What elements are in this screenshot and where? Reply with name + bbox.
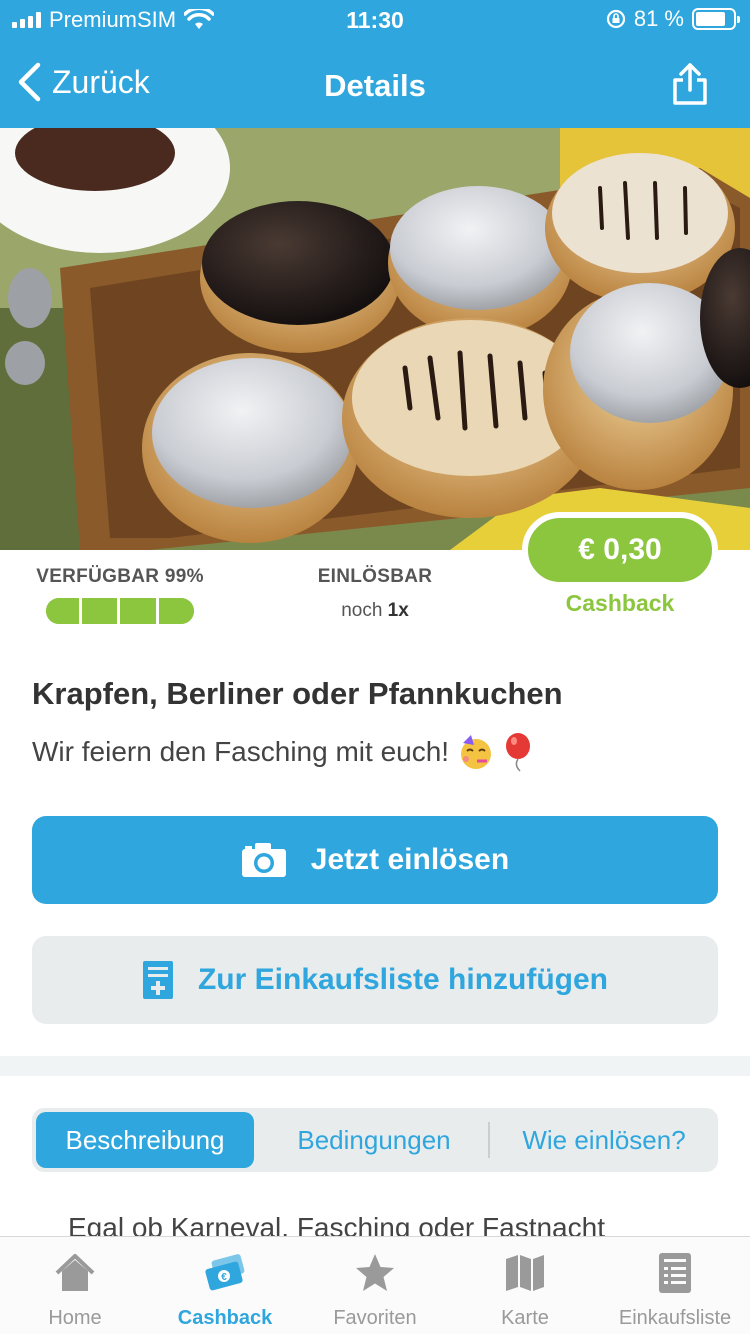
detail-segment-control: Beschreibung Bedingungen Wie einlösen?	[32, 1108, 718, 1172]
segment-conditions[interactable]: Bedingungen	[262, 1112, 486, 1168]
availability-label: VERFÜGBAR 99%	[36, 566, 204, 587]
redeemable-stat: EINLÖSBAR noch 1x	[300, 566, 450, 622]
tab-cashback-label: Cashback	[177, 1307, 273, 1329]
page-title: Details	[324, 68, 426, 103]
offer-subtitle-text: Wir feiern den Fasching mit euch!	[32, 736, 450, 767]
offer-title: Krapfen, Berliner oder Pfannkuchen	[32, 676, 563, 711]
map-icon	[506, 1255, 544, 1291]
battery-icon	[692, 8, 740, 30]
list-icon	[659, 1253, 691, 1293]
cashback-icon: €	[205, 1254, 245, 1291]
redeemable-count-value: 1x	[387, 600, 409, 621]
offer-hero-image	[0, 128, 750, 550]
bottom-tab-bar: Home € Cashback Favoriten Karte Einkaufs…	[0, 1236, 750, 1334]
tab-cashback[interactable]: € Cashback	[150, 1237, 300, 1334]
segment-description[interactable]: Beschreibung	[36, 1112, 254, 1168]
add-to-shopping-list-button[interactable]: Zur Einkaufsliste hinzufügen	[32, 936, 718, 1024]
share-icon[interactable]	[670, 62, 710, 106]
cashback-caption: Cashback	[565, 590, 675, 616]
segment-separator	[488, 1122, 490, 1158]
balloon-icon	[506, 733, 531, 772]
tab-map-label: Karte	[501, 1307, 549, 1329]
navigation-bar: Zurück Details	[0, 42, 750, 128]
rotation-lock-icon	[606, 9, 625, 29]
tab-shopping-list-label: Einkaufsliste	[618, 1307, 732, 1329]
tab-home[interactable]: Home	[0, 1237, 150, 1334]
star-icon	[356, 1254, 394, 1291]
camera-icon	[241, 843, 286, 877]
party-face-icon	[461, 735, 492, 769]
status-bar: PremiumSIM 11:30 81 %	[0, 0, 750, 42]
tab-favorites[interactable]: Favoriten	[300, 1237, 450, 1334]
availability-progress-bar	[46, 598, 194, 624]
battery-percentage: 81 %	[633, 6, 684, 31]
add-to-shopping-list-label: Zur Einkaufsliste hinzufügen	[197, 963, 609, 996]
redeemable-prefix: noch	[341, 600, 383, 621]
tab-map[interactable]: Karte	[450, 1237, 600, 1334]
redeemable-label: EINLÖSBAR	[317, 566, 433, 587]
tab-shopping-list[interactable]: Einkaufsliste	[600, 1237, 750, 1334]
redeemable-count: noch 1x	[300, 600, 450, 622]
donuts-illustration	[0, 128, 750, 550]
add-list-icon	[142, 961, 173, 999]
availability-stat: VERFÜGBAR 99%	[32, 566, 208, 624]
redeem-now-label: Jetzt einlösen	[310, 843, 510, 876]
segment-how-to-redeem[interactable]: Wie einlösen?	[494, 1112, 714, 1168]
tab-home-label: Home	[48, 1307, 102, 1329]
section-divider	[0, 1056, 750, 1076]
redeem-now-button[interactable]: Jetzt einlösen	[32, 816, 718, 904]
status-right: 81 %	[606, 6, 740, 32]
home-icon	[55, 1254, 95, 1291]
offer-subtitle: Wir feiern den Fasching mit euch!	[32, 732, 533, 772]
svg-text:€: €	[221, 1272, 227, 1283]
tab-favorites-label: Favoriten	[333, 1307, 417, 1329]
cashback-price-badge: € 0,30	[522, 512, 718, 588]
